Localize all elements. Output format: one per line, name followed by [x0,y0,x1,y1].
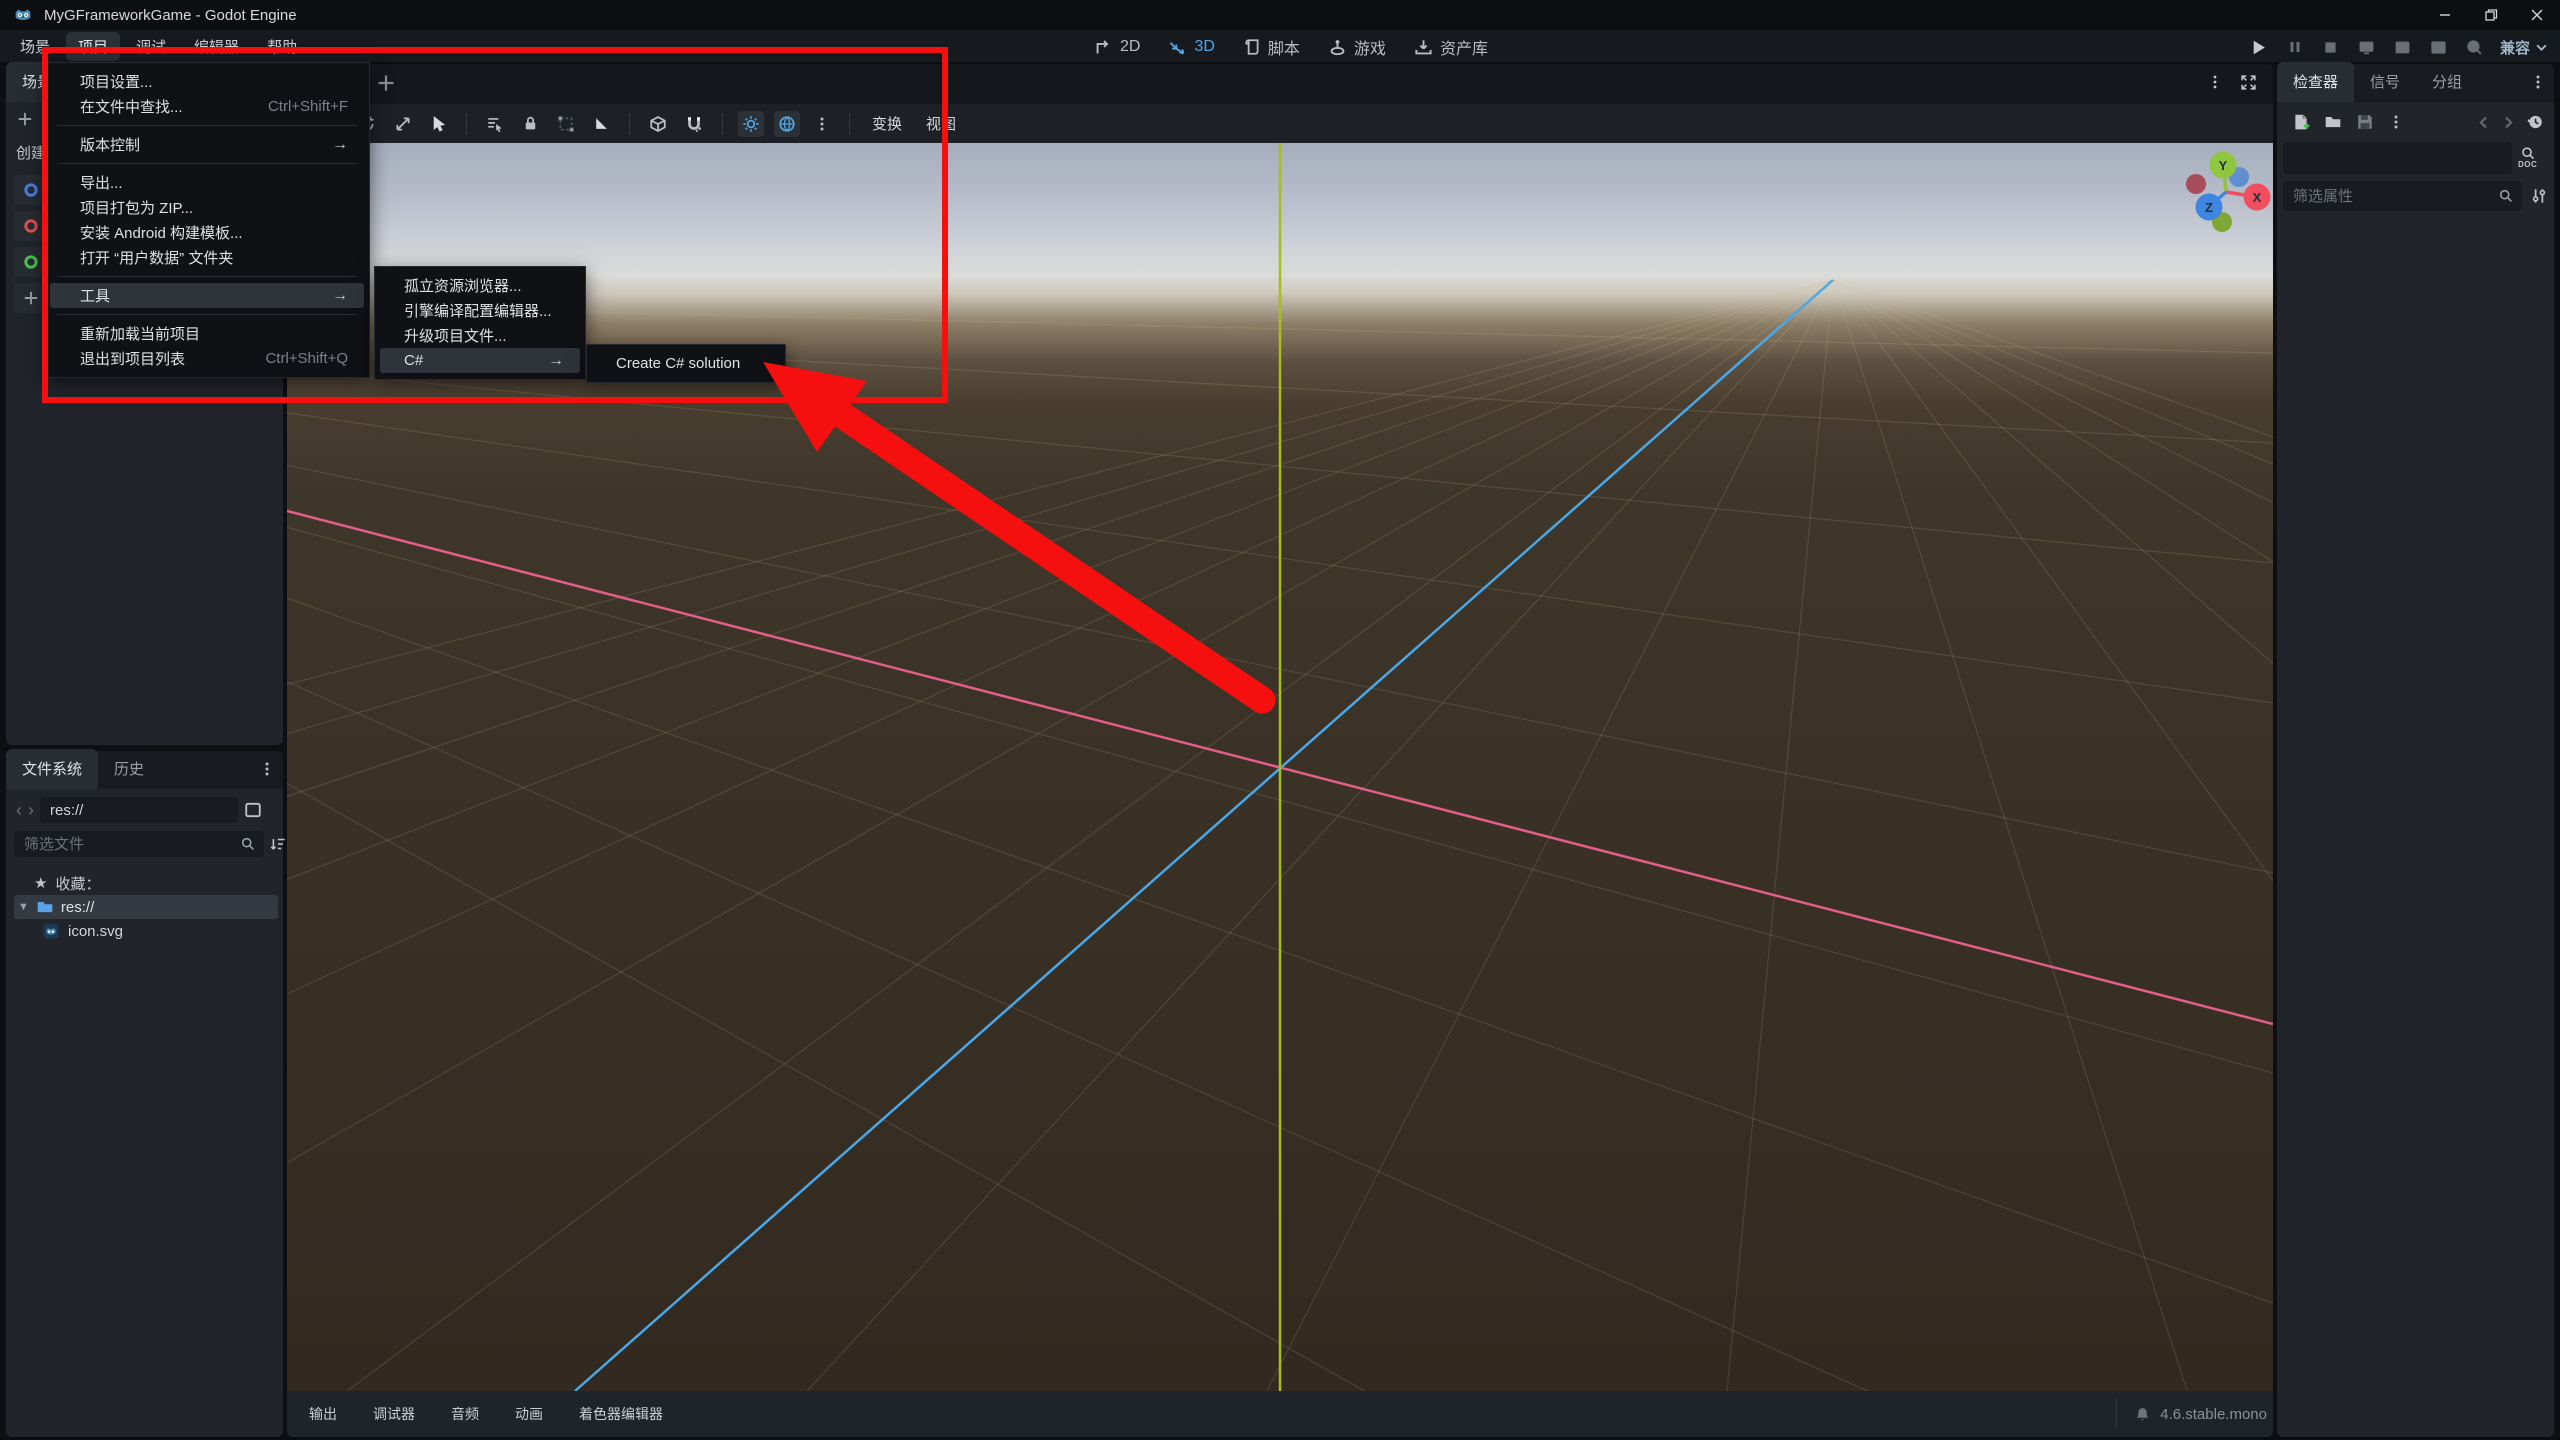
workspace-3d-label: 3D [1194,38,1215,55]
path-input[interactable] [40,797,238,823]
favorites-label: 收藏： [55,875,101,893]
workspace-script-label: 脚本 [1267,41,1300,58]
play-button[interactable] [2248,40,2270,55]
bottom-tab-animation[interactable]: 动画 [501,1398,557,1430]
play-scene-button[interactable] [2356,39,2378,56]
stop-button[interactable] [2320,41,2342,54]
search-icon [240,836,256,852]
node-selector[interactable] [2283,142,2512,174]
tree-item-label: res:// [60,898,95,916]
divider [2116,1399,2118,1429]
icon-script-icon [1243,38,1261,56]
search-icon [2498,188,2514,204]
bottom-panel-bar: 输出 调试器 音频 动画 着色器编辑器 4.6.stable.mono [287,1391,2273,1437]
favorites-header: ★ 收藏： [6,871,283,895]
workspace-asset-library[interactable]: 资产库 [1414,35,1488,59]
property-tools-icon[interactable] [2530,187,2548,205]
play-custom-scene-button[interactable] [2392,39,2414,56]
add-node-button[interactable] [16,110,34,128]
icon-2d-icon [1094,38,1113,57]
bottom-tab-debugger[interactable]: 调试器 [359,1398,429,1430]
nav-forward-icon[interactable]: › [28,800,34,821]
workspace-asset-library-label: 资产库 [1439,41,1488,58]
inspector-dock: 检查器 信号 分组 DOC [2277,62,2554,1437]
annotation-rectangle [42,47,948,403]
icon-assets-icon [1414,38,1433,57]
close-button[interactable] [2514,0,2560,30]
tab-signals[interactable]: 信号 [2354,62,2416,102]
godot-logo-icon [12,4,34,26]
pause-button[interactable] [2284,40,2306,54]
tree-item-folder-res[interactable]: ▼ res:// [14,895,278,919]
movie-maker-button[interactable] [2428,39,2450,56]
bottom-tab-output[interactable]: 输出 [295,1398,351,1430]
sort-files-icon[interactable] [270,835,288,853]
godot-file-icon [42,922,60,940]
history-back-icon[interactable] [2476,115,2491,130]
search-docs-icon[interactable]: DOC [2518,147,2537,169]
tab-filesystem[interactable]: 文件系统 [6,749,99,789]
tree-item-file-icon-svg[interactable]: icon.svg [6,919,283,943]
icon-game-icon [1328,38,1347,57]
workspace-2d-label: 2D [1120,38,1141,55]
run-controls: 兼容 [2248,30,2548,64]
svg-text:Z: Z [2205,200,2213,215]
expand-viewport-icon[interactable] [2240,74,2257,91]
filter-files-input[interactable] [14,831,264,857]
tab-history[interactable]: 历史 [98,749,160,789]
dock-options-icon[interactable] [259,761,275,777]
tree-item-label: icon.svg [68,922,124,940]
version-label: 4.6.stable.mono [2160,1405,2267,1423]
notification-bell-icon[interactable] [2134,1406,2151,1423]
renderer-label: 兼容 [2499,39,2530,57]
minimize-button[interactable] [2422,0,2468,30]
save-resource-icon[interactable] [2356,113,2374,131]
chevron-down-icon[interactable]: ▼ [18,901,29,913]
workspace-2d[interactable]: 2D [1094,38,1140,57]
resource-options-icon[interactable] [2388,114,2404,130]
bottom-tab-shader-editor[interactable]: 着色器编辑器 [565,1398,677,1430]
folder-icon [36,898,54,916]
restore-button[interactable] [2468,0,2514,30]
ring-red-icon [22,217,40,235]
workspace-switcher: 2D 3D 脚本 游戏 资产库 [1094,30,1488,64]
ring-blue-icon [22,181,40,199]
renderer-select[interactable]: 兼容 [2500,37,2548,58]
bottom-tab-audio[interactable]: 音频 [437,1398,493,1430]
axis-gizmo[interactable]: Y X Z [2172,143,2273,250]
load-resource-icon[interactable] [2324,113,2342,131]
nav-back-icon[interactable]: ‹ [16,800,22,821]
tab-groups[interactable]: 分组 [2416,62,2478,102]
movie-reel-button[interactable] [2464,39,2486,56]
new-resource-icon[interactable] [2292,113,2310,131]
history-list-icon[interactable] [2526,113,2544,131]
filesystem-dock: 文件系统历史 ‹ › ★ 收藏： ▼ res:// icon.svg [6,749,285,1437]
titlebar: MyGFrameworkGame - Godot Engine [0,0,2560,30]
plus-icon [22,289,40,307]
icon-3d-icon [1168,38,1187,57]
svg-text:Y: Y [2219,158,2228,173]
workspace-script[interactable]: 脚本 [1243,35,1300,59]
split-view-icon[interactable] [244,801,262,819]
history-forward-icon[interactable] [2501,115,2516,130]
workspace-3d[interactable]: 3D [1168,38,1215,57]
workspace-game[interactable]: 游戏 [1328,35,1386,59]
window-title: MyGFrameworkGame - Godot Engine [44,6,297,24]
viewport-menu-icon[interactable] [2207,74,2223,90]
tab-inspector[interactable]: 检查器 [2277,62,2355,102]
ring-green-icon [22,253,40,271]
filter-properties-input[interactable] [2283,181,2522,211]
dock-options-icon[interactable] [2530,74,2546,90]
star-icon: ★ [34,875,48,892]
workspace-game-label: 游戏 [1353,41,1386,58]
svg-text:X: X [2253,190,2262,205]
